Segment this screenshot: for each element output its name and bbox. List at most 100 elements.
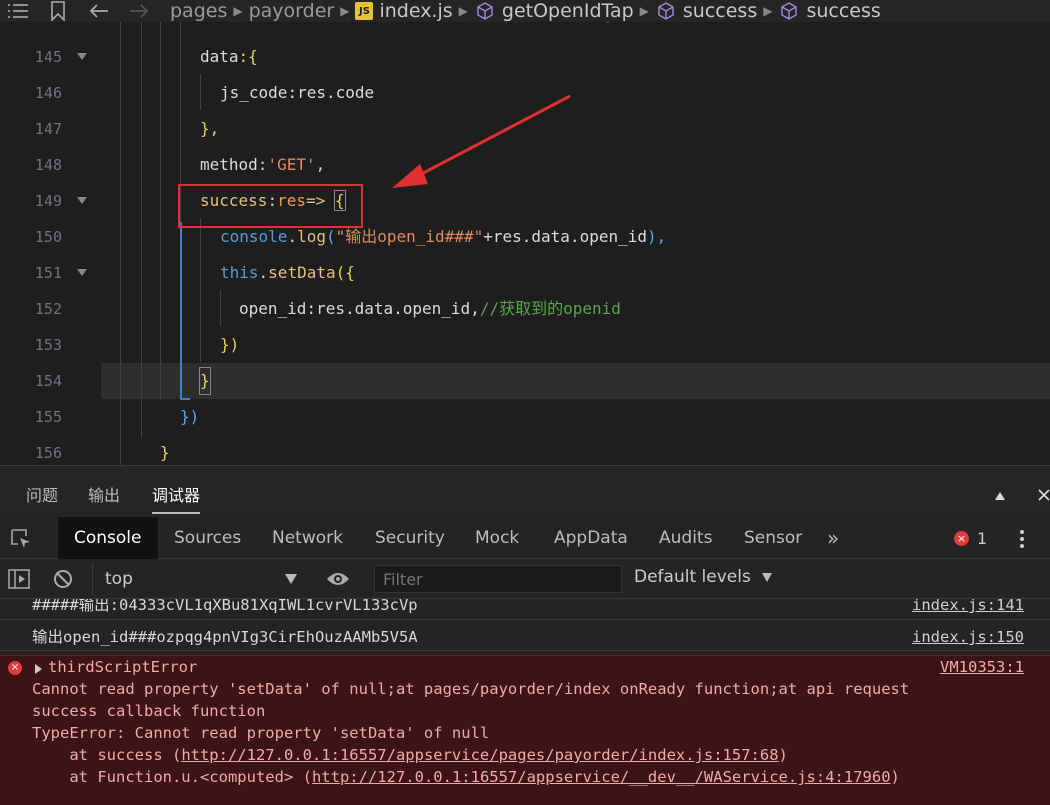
tab-appdata[interactable]: AppData xyxy=(554,517,628,559)
code-token: log xyxy=(297,227,326,246)
filter-input[interactable] xyxy=(374,565,622,593)
code-token: ({ xyxy=(335,263,355,282)
fold-arrow-icon[interactable] xyxy=(77,53,87,60)
dropdown-arrow-icon xyxy=(761,573,772,582)
annotation-arrow-icon xyxy=(392,94,571,188)
code-token: data xyxy=(200,47,239,66)
breadcrumb-file[interactable]: index.js xyxy=(379,0,452,22)
code-token: :{ xyxy=(238,47,258,66)
line-number: 147 xyxy=(34,120,62,138)
breadcrumb-payorder[interactable]: payorder xyxy=(249,0,335,22)
stack-frame: at Function.u.<computed> (http://127.0.0… xyxy=(32,768,900,786)
breadcrumb-success-inner[interactable]: success xyxy=(806,0,880,22)
code-editor[interactable]: url: 'https://api.weixin.qq.com/sns/jsco… xyxy=(0,22,1050,465)
tab-output[interactable]: 输出 xyxy=(88,482,120,506)
tab-sensor[interactable]: Sensor xyxy=(744,517,802,559)
error-title[interactable]: thirdScriptError xyxy=(48,656,197,678)
log-source-link[interactable]: index.js:150 xyxy=(912,623,1024,651)
log-levels-select[interactable]: Default levels xyxy=(634,567,772,587)
chevron-right-icon: ▶ xyxy=(639,4,649,18)
code-token: method xyxy=(200,155,258,174)
sidebar-toggle-icon[interactable] xyxy=(8,569,30,593)
tab-console[interactable]: Console xyxy=(58,517,158,559)
line-number: 150 xyxy=(34,228,62,246)
cube-method-icon xyxy=(655,1,677,21)
line-number: 155 xyxy=(34,408,62,426)
code-line-154: 154 } xyxy=(0,363,1050,399)
back-arrow-icon[interactable] xyxy=(88,3,110,19)
breadcrumb-getopenidtap[interactable]: getOpenIdTap xyxy=(502,0,634,22)
eye-icon[interactable] xyxy=(326,570,350,592)
code-token: "输出open_id###" xyxy=(335,227,484,246)
line-number: 152 xyxy=(34,300,62,318)
menu-list-icon[interactable] xyxy=(6,3,30,19)
more-tabs-icon[interactable]: » xyxy=(827,517,839,559)
kebab-menu-icon[interactable] xyxy=(1020,529,1024,553)
code-token: : xyxy=(257,155,268,174)
tab-mock[interactable]: Mock xyxy=(475,517,519,559)
tab-problems[interactable]: 问题 xyxy=(26,482,58,506)
line-number: 149 xyxy=(34,192,62,210)
fold-arrow-icon[interactable] xyxy=(77,197,87,204)
code-token: }, xyxy=(200,119,220,138)
code-token: ( xyxy=(325,227,336,246)
chevron-right-icon: ▶ xyxy=(458,4,468,18)
breadcrumb-pages[interactable]: pages xyxy=(170,0,227,22)
bookmark-icon[interactable] xyxy=(48,1,68,21)
console-output[interactable]: #####输出:04333cVL1qXBu81XqIWL1cvrVL133cVp… xyxy=(0,599,1050,805)
error-message: success callback function xyxy=(32,702,266,720)
code-token: ), xyxy=(647,227,667,246)
line-number: 146 xyxy=(34,84,62,102)
console-toolbar: top Default levels xyxy=(0,559,1050,599)
log-source-link[interactable]: index.js:141 xyxy=(912,599,1024,619)
breadcrumb: pages ▶ payorder ▶ JS index.js ▶ getOpen… xyxy=(0,0,1050,22)
code-token: . xyxy=(287,227,298,246)
code-token: , xyxy=(315,155,326,174)
error-icon: × xyxy=(954,531,969,546)
tab-debugger[interactable]: 调试器 xyxy=(152,482,201,514)
maximize-panel-icon[interactable] xyxy=(994,486,1006,505)
error-message: Cannot read property 'setData' of null;a… xyxy=(32,680,910,698)
breadcrumb-success[interactable]: success xyxy=(683,0,757,22)
tab-sources[interactable]: Sources xyxy=(174,517,241,559)
code-token: this xyxy=(220,263,259,282)
line-number: 151 xyxy=(34,264,62,282)
stack-frame-link[interactable]: http://127.0.0.1:16557/appservice/__dev_… xyxy=(312,768,891,786)
cube-method-icon xyxy=(778,1,800,21)
line-number: 153 xyxy=(34,336,62,354)
context-select[interactable]: top xyxy=(92,563,306,595)
code-line-152: 152 open_id:res.data.open_id,//获取到的openi… xyxy=(0,291,1050,327)
code-token: } xyxy=(160,443,170,462)
clear-console-icon[interactable] xyxy=(53,569,73,593)
code-line-156: 156 } xyxy=(0,435,1050,465)
code-line-155: 155 }) xyxy=(0,399,1050,435)
annotation-highlight-box xyxy=(178,184,363,228)
code-token: . xyxy=(258,263,269,282)
code-line-145: 145 data:{ xyxy=(0,39,1050,75)
expand-triangle-icon[interactable] xyxy=(35,664,42,674)
error-source-link[interactable]: VM10353:1 xyxy=(940,653,1024,681)
stack-frame-link[interactable]: http://127.0.0.1:16557/appservice/pages/… xyxy=(181,746,778,764)
code-token: +res.data.open_id xyxy=(483,227,647,246)
chevron-right-icon: ▶ xyxy=(340,4,350,18)
log-entry: #####输出:04333cVL1qXBu81XqIWL1cvrVL133cVp… xyxy=(0,599,1050,620)
bottom-panel-tabs: 问题 输出 调试器 xyxy=(0,465,1050,517)
forward-arrow-icon[interactable] xyxy=(128,3,150,19)
dropdown-arrow-icon xyxy=(285,574,297,584)
line-number: 145 xyxy=(34,48,62,66)
js-file-icon: JS xyxy=(355,2,374,20)
close-panel-icon[interactable] xyxy=(1038,486,1050,505)
line-number: 156 xyxy=(34,444,62,462)
stack-frame: at success (http://127.0.0.1:16557/appse… xyxy=(32,746,788,764)
tab-network[interactable]: Network xyxy=(272,517,343,559)
code-token: setData xyxy=(268,263,336,282)
tab-security[interactable]: Security xyxy=(375,517,445,559)
tab-audits[interactable]: Audits xyxy=(659,517,712,559)
error-icon: × xyxy=(8,661,22,675)
error-count-badge[interactable]: × 1 xyxy=(954,529,987,548)
inspect-element-icon[interactable] xyxy=(10,528,32,554)
fold-arrow-icon[interactable] xyxy=(77,269,87,276)
cube-method-icon xyxy=(474,1,496,21)
code-comment: //获取到的openid xyxy=(479,299,621,318)
chevron-right-icon: ▶ xyxy=(763,4,773,18)
